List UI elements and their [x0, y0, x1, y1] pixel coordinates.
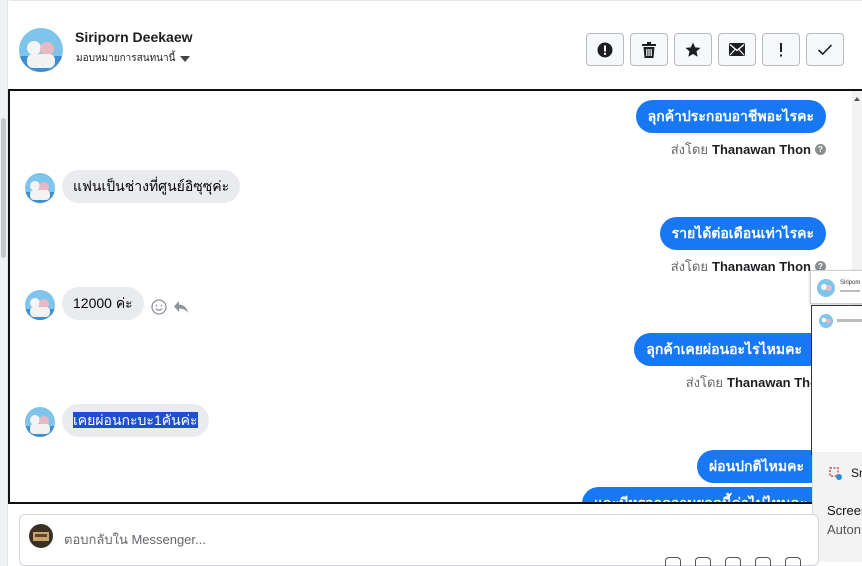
left-scrollbar-thumb[interactable]: [1, 118, 6, 258]
conversation-actions: [586, 33, 844, 66]
notification-toast[interactable]: Sn Screen Auton: [812, 452, 862, 562]
chat-preview-popup[interactable]: Siripom: [810, 270, 862, 304]
follow-up-button[interactable]: [762, 33, 800, 66]
reply-icon[interactable]: [173, 299, 189, 315]
mark-unread-button[interactable]: [718, 33, 756, 66]
incoming-message[interactable]: 12000 ค่ะ: [62, 287, 144, 320]
contact-avatar-small: [25, 290, 55, 320]
snipping-tool-icon: [829, 467, 842, 480]
preview-text-line: [837, 319, 862, 322]
message-thread[interactable]: ลุกค้าประกอบอาชีพอะไรคะ ส่งโดย Thanawan …: [8, 89, 862, 504]
mark-done-button[interactable]: [806, 33, 844, 66]
incoming-message[interactable]: แฟนเป็นช่างที่ศูนย์อิซุซุค่ะ: [62, 170, 241, 203]
sent-by-line: ส่งโดย Thanawan Thon ?: [671, 139, 826, 160]
chat-preview-window[interactable]: [811, 305, 862, 455]
contact-avatar-tiny: [819, 314, 833, 328]
reply-composer[interactable]: ตอบกลับใน Messenger...: [19, 514, 819, 566]
incoming-message[interactable]: เคยผ่อนกะบะ1คันค่ะ: [62, 404, 209, 437]
sent-by-label: ส่งโดย: [670, 259, 709, 274]
outgoing-message[interactable]: ลุกค้าประกอบอาชีพอะไรคะ: [635, 100, 826, 133]
outgoing-message[interactable]: รายได้ต่อเดือนเท่าไรคะ: [659, 217, 826, 250]
inbox-conversation-view: Siriporn Deekaew มอบหมายการสนทนานี้ ลุกค…: [0, 0, 862, 566]
contact-avatar-small: [25, 407, 55, 437]
caret-down-icon: [180, 55, 191, 62]
trash-icon: [642, 41, 656, 58]
composer-toolbar: [665, 557, 801, 566]
bag-icon[interactable]: [665, 557, 681, 566]
attachment-icon[interactable]: [695, 557, 711, 566]
toast-body: Auton: [827, 522, 861, 537]
message-reactions: [151, 299, 189, 315]
emoji-icon[interactable]: [755, 557, 771, 566]
outgoing-message[interactable]: ผ่อนปกติไหมคะ: [696, 450, 826, 483]
outgoing-message[interactable]: ลุกค้าเคยผ่อนอะไรไหมคะ: [634, 333, 826, 366]
left-scrollbar[interactable]: [0, 0, 8, 566]
scroll-up-arrow-icon[interactable]: [854, 97, 860, 101]
sent-by-line: ส่งโดย Thanawan Thon: [686, 372, 826, 393]
page-avatar: [29, 524, 53, 548]
sender-name: Thanawan Thon: [712, 259, 811, 274]
popup-subtitle-line: [840, 290, 860, 292]
toast-app-name: Sn: [851, 466, 862, 480]
star-button[interactable]: [674, 33, 712, 66]
star-icon: [685, 42, 701, 57]
envelope-icon: [729, 43, 745, 56]
delete-button[interactable]: [630, 33, 668, 66]
toast-title: Screen: [827, 503, 862, 518]
reply-input[interactable]: ตอบกลับใน Messenger...: [64, 529, 206, 550]
selected-text: เคยผ่อนกะบะ1คันค่ะ: [73, 412, 198, 428]
exclamation-icon: [780, 42, 782, 56]
popup-contact-name: Siripom: [840, 280, 861, 286]
sender-name: Thanawan Thon: [712, 142, 811, 157]
sent-by-label: ส่งโดย: [685, 375, 724, 390]
contact-avatar-small: [25, 173, 55, 203]
check-icon: [817, 44, 833, 56]
report-spam-button[interactable]: [586, 33, 624, 66]
assign-conversation-dropdown[interactable]: มอบหมายการสนทนานี้: [76, 51, 191, 66]
sent-by-label: ส่งโดย: [670, 142, 709, 157]
contact-name[interactable]: Siriporn Deekaew: [75, 29, 193, 45]
exclamation-circle-icon: [597, 42, 613, 57]
thumbs-up-icon[interactable]: [785, 557, 801, 566]
smiley-icon[interactable]: [151, 299, 167, 315]
contact-avatar-tiny: [817, 279, 835, 297]
conversation-header: Siriporn Deekaew มอบหมายการสนทนานี้: [9, 0, 862, 89]
contact-avatar[interactable]: [19, 28, 63, 72]
help-icon[interactable]: ?: [815, 144, 826, 155]
saved-reply-icon[interactable]: [725, 557, 741, 566]
sent-by-line: ส่งโดย Thanawan Thon ?: [671, 256, 826, 277]
assign-conversation-label: มอบหมายการสนทนานี้: [76, 53, 176, 64]
